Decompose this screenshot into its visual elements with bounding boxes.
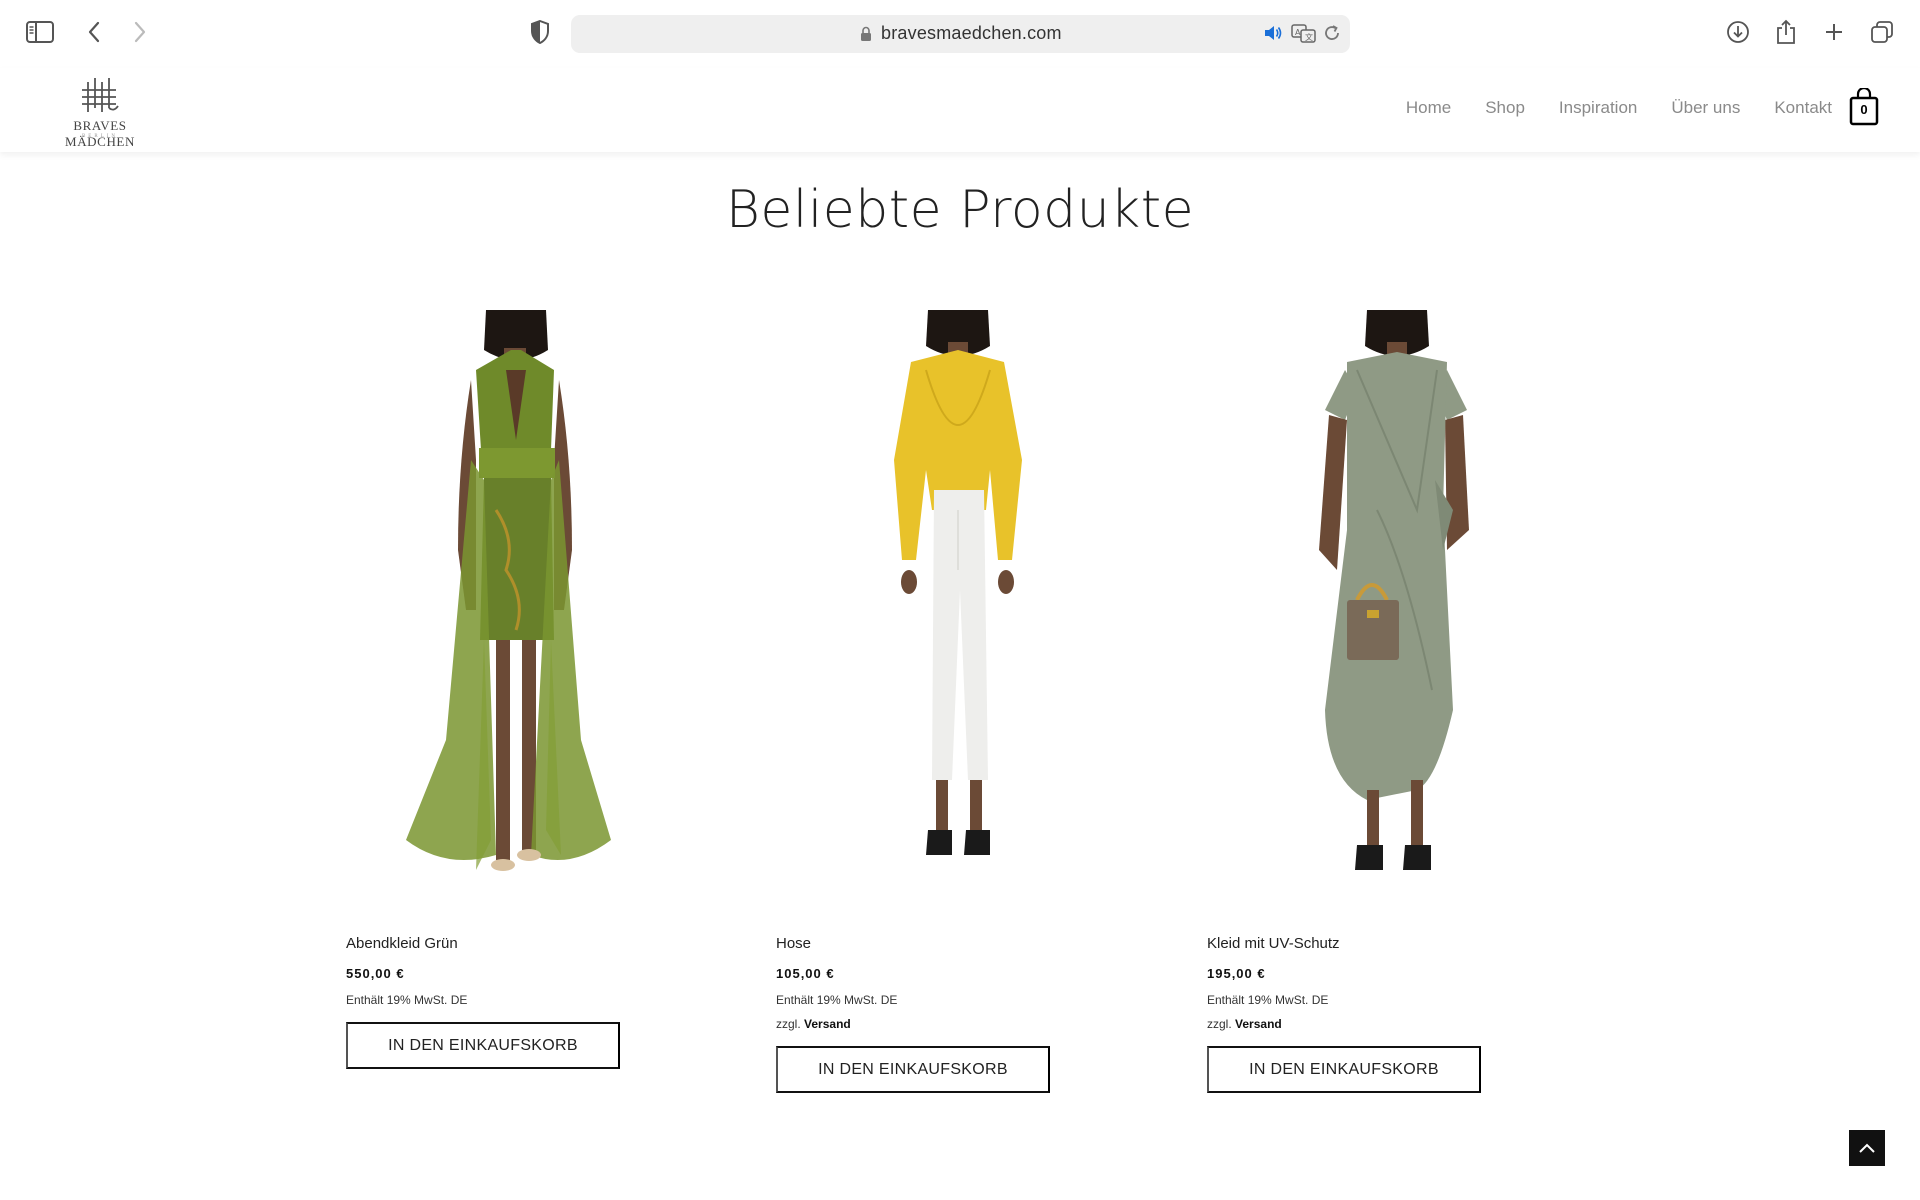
product-price: 550,00 € [346, 966, 405, 981]
reload-icon[interactable] [1323, 24, 1341, 47]
browser-toolbar: bravesmaedchen.com A文 [0, 0, 1920, 68]
lock-icon [860, 26, 872, 47]
add-to-cart-button[interactable]: IN DEN EINKAUFSKORB [776, 1046, 1050, 1093]
chevron-up-icon [1859, 1143, 1875, 1153]
shipping-prefix: zzgl. [776, 1017, 801, 1031]
tabs-icon[interactable] [1864, 14, 1900, 50]
svg-text:文: 文 [1305, 32, 1313, 42]
product-price: 105,00 € [776, 966, 835, 981]
product-price: 195,00 € [1207, 966, 1266, 981]
sidebar-icon[interactable] [22, 14, 58, 50]
plus-icon[interactable] [1816, 14, 1852, 50]
nav-inspiration[interactable]: Inspiration [1559, 98, 1637, 118]
product-name[interactable]: Kleid mit UV-Schutz [1207, 935, 1340, 952]
shipping-link[interactable]: Versand [804, 1017, 851, 1031]
shipping-prefix: zzgl. [1207, 1017, 1232, 1031]
product-card: Hose 105,00 € Enthält 19% MwSt. DE zzgl.… [776, 310, 1106, 1093]
product-tax-note: Enthält 19% MwSt. DE [346, 993, 468, 1007]
add-to-cart-button[interactable]: IN DEN EINKAUFSKORB [1207, 1046, 1481, 1093]
svg-text:A: A [1295, 28, 1301, 37]
shield-icon[interactable] [522, 14, 558, 50]
download-icon[interactable] [1720, 14, 1756, 50]
product-image-yellow-blouse[interactable] [776, 310, 1106, 910]
url-text: bravesmaedchen.com [881, 23, 1062, 43]
site-logo[interactable]: BRAVES MÄDCHEN BERLIN [38, 76, 162, 149]
product-name[interactable]: Hose [776, 935, 811, 952]
shipping-link[interactable]: Versand [1235, 1017, 1282, 1031]
product-tax-note: Enthält 19% MwSt. DE [776, 993, 898, 1007]
cart-count: 0 [1860, 102, 1868, 117]
speaker-icon[interactable] [1263, 24, 1283, 47]
scroll-to-top-button[interactable] [1849, 1130, 1885, 1166]
address-bar[interactable]: bravesmaedchen.com A文 [571, 15, 1350, 53]
logo-mark-icon [82, 78, 119, 112]
nav-contact[interactable]: Kontakt [1774, 98, 1832, 118]
product-card: Abendkleid Grün 550,00 € Enthält 19% MwS… [346, 310, 676, 1069]
main-nav: Home Shop Inspiration Über uns Kontakt [1372, 98, 1832, 118]
nav-shop[interactable]: Shop [1485, 98, 1525, 118]
product-name[interactable]: Abendkleid Grün [346, 935, 458, 952]
translate-icon[interactable]: A文 [1291, 24, 1317, 49]
forward-icon[interactable] [122, 14, 158, 50]
back-icon[interactable] [76, 14, 112, 50]
section-title: Beliebte Produkte [725, 180, 1195, 240]
product-tax-note: Enthält 19% MwSt. DE [1207, 993, 1329, 1007]
nav-home[interactable]: Home [1406, 98, 1451, 118]
product-image-sage-dress[interactable] [1207, 310, 1537, 910]
share-icon[interactable] [1768, 14, 1804, 50]
nav-about[interactable]: Über uns [1671, 98, 1740, 118]
site-header: BRAVES MÄDCHEN BERLIN Home Shop Inspirat… [0, 68, 1920, 152]
product-shipping-note: zzgl. Versand [776, 1017, 851, 1031]
logo-subtitle: BERLIN [81, 134, 119, 139]
product-image-green-dress[interactable] [346, 310, 676, 910]
product-shipping-note: zzgl. Versand [1207, 1017, 1282, 1031]
cart-button[interactable]: 0 [1849, 88, 1879, 126]
product-card: Kleid mit UV-Schutz 195,00 € Enthält 19%… [1207, 310, 1537, 1093]
add-to-cart-button[interactable]: IN DEN EINKAUFSKORB [346, 1022, 620, 1069]
